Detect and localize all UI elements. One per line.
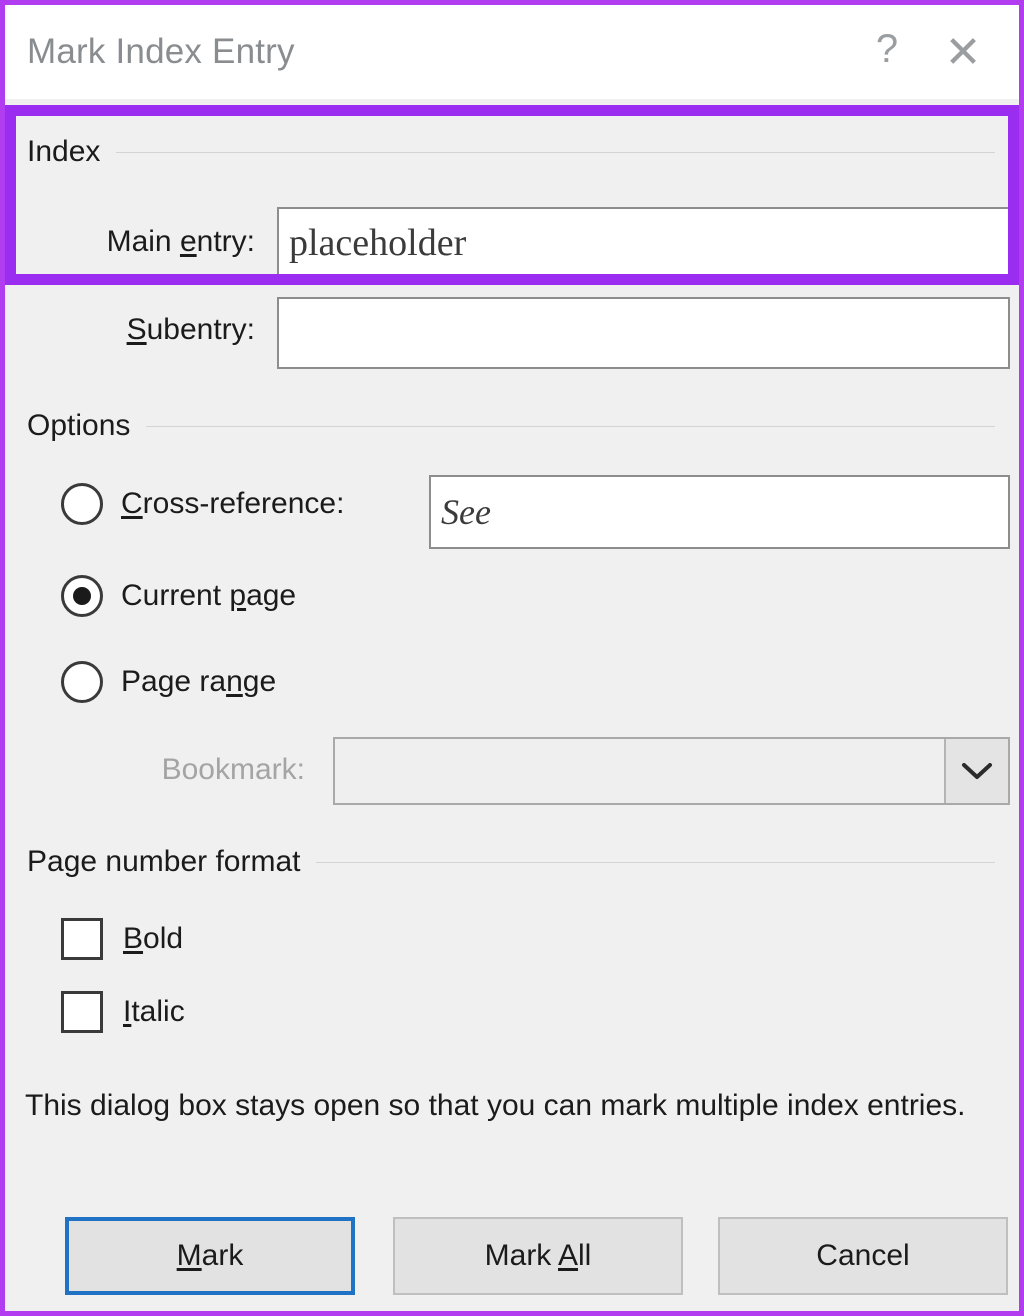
mark-button[interactable]: Mark: [65, 1217, 355, 1295]
mark-index-entry-dialog: Mark Index Entry ? ✕ Index Main entry: p…: [0, 0, 1024, 1316]
page-number-format-title: Page number format: [27, 845, 301, 878]
subentry-accel: S: [126, 313, 147, 346]
mark-all-button-label: Mark All: [485, 1239, 592, 1273]
subentry-label-part2: ubentry:: [146, 313, 255, 346]
page-range-label: Page range: [121, 665, 276, 699]
mark-all-button[interactable]: Mark All: [393, 1217, 683, 1295]
italic-checkbox-row[interactable]: Italic: [61, 991, 185, 1033]
main-entry-label: Main entry:: [5, 225, 255, 259]
page-number-format-section-header: Page number format: [27, 845, 995, 878]
current-page-label: Current page: [121, 579, 296, 613]
help-icon[interactable]: ?: [849, 5, 925, 99]
cross-reference-radio[interactable]: [61, 483, 103, 525]
bold-checkbox-row[interactable]: Bold: [61, 918, 183, 960]
mark-button-label: Mark: [177, 1239, 244, 1273]
main-entry-label-part2: ntry:: [196, 225, 255, 258]
index-section-rule: [116, 151, 995, 153]
cross-reference-radio-row[interactable]: Cross-reference:: [61, 483, 344, 525]
italic-checkbox[interactable]: [61, 991, 103, 1033]
cross-reference-label: Cross-reference:: [121, 487, 344, 521]
cross-reference-input[interactable]: See: [429, 475, 1010, 549]
page-range-label-part2: ge: [242, 665, 277, 698]
dialog-description: This dialog box stays open so that you c…: [25, 1089, 966, 1122]
mark-label-text: ark: [201, 1239, 244, 1272]
italic-label: Italic: [123, 995, 185, 1029]
main-entry-accel: e: [179, 225, 197, 258]
main-entry-input[interactable]: placeholder: [277, 207, 1010, 279]
page-number-format-rule: [316, 861, 995, 863]
close-icon[interactable]: ✕: [925, 5, 1001, 99]
current-page-label-part2: age: [246, 579, 297, 612]
subentry-label: Subentry:: [5, 313, 255, 347]
cross-reference-accel: C: [121, 487, 143, 520]
bookmark-combobox-value[interactable]: [335, 739, 944, 803]
bookmark-combobox[interactable]: [333, 737, 1010, 805]
italic-label-text: talic: [131, 995, 185, 1028]
bookmark-label: Bookmark:: [161, 753, 305, 786]
current-page-radio-row[interactable]: Current page: [61, 575, 296, 617]
options-section-header: Options: [27, 409, 995, 442]
main-entry-label-part1: Main: [106, 225, 180, 258]
index-section-title: Index: [27, 135, 101, 168]
current-page-radio[interactable]: [61, 575, 103, 617]
options-section-title: Options: [27, 409, 131, 442]
bold-accel: B: [123, 922, 144, 955]
cross-reference-label-text: ross-reference:: [142, 487, 345, 520]
dialog-title-bar: Mark Index Entry ? ✕: [5, 5, 1019, 99]
page-range-radio[interactable]: [61, 661, 103, 703]
cancel-button[interactable]: Cancel: [718, 1217, 1008, 1295]
options-section-rule: [146, 425, 995, 427]
page-range-radio-row[interactable]: Page range: [61, 661, 276, 703]
bold-label: Bold: [123, 922, 183, 956]
current-page-accel: p: [229, 579, 247, 612]
dialog-title: Mark Index Entry: [27, 32, 295, 71]
chevron-down-icon[interactable]: [944, 739, 1008, 803]
current-page-label-part1: Current: [121, 579, 230, 612]
mark-all-label-part2: ll: [578, 1239, 592, 1272]
bold-label-text: old: [143, 922, 184, 955]
subentry-input[interactable]: [277, 297, 1010, 369]
bold-checkbox[interactable]: [61, 918, 103, 960]
mark-all-accel: A: [558, 1239, 579, 1272]
mark-accel: M: [176, 1239, 202, 1272]
page-range-accel: n: [226, 665, 243, 698]
index-section-header: Index: [27, 135, 995, 168]
mark-all-label-part1: Mark: [484, 1239, 558, 1272]
dialog-body: Index Main entry: placeholder Subentry: …: [5, 99, 1019, 1311]
page-range-label-part1: Page ra: [121, 665, 227, 698]
